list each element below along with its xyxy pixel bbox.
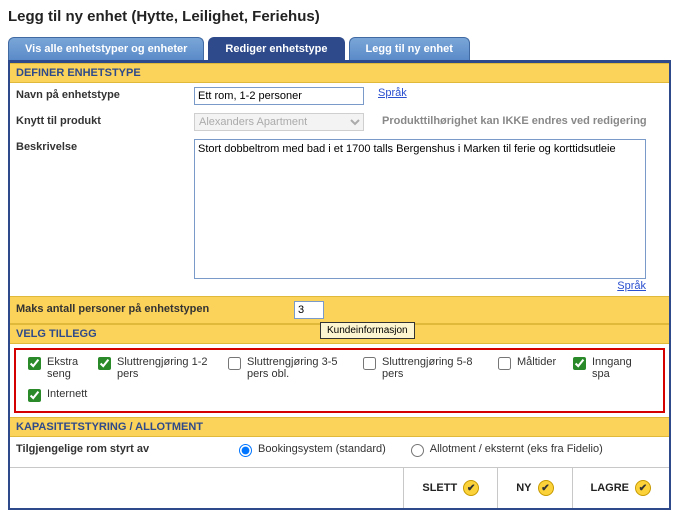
edit-panel: DEFINER ENHETSTYPE Navn på enhetstype Sp… bbox=[8, 63, 671, 510]
new-button-label: NY bbox=[516, 482, 531, 494]
addon-spa-checkbox[interactable] bbox=[573, 357, 586, 370]
check-icon: ✔ bbox=[635, 480, 651, 496]
product-readonly-note: Produkttilhørighet kan IKKE endres ved r… bbox=[382, 113, 647, 127]
addon-meals-label: Måltider bbox=[517, 356, 556, 368]
label-description: Beskrivelse bbox=[16, 139, 186, 153]
name-input[interactable] bbox=[194, 87, 364, 105]
check-icon: ✔ bbox=[463, 480, 479, 496]
radio-allotment[interactable]: Allotment / eksternt (eks fra Fidelio) bbox=[406, 441, 603, 457]
label-availability: Tilgjengelige rom styrt av bbox=[16, 443, 226, 455]
lang-link-description[interactable]: Språk bbox=[617, 280, 646, 292]
tab-all-units[interactable]: Vis alle enhetstyper og enheter bbox=[8, 37, 204, 60]
radio-booking-system-input[interactable] bbox=[239, 444, 252, 457]
addon-spa[interactable]: Inngang spa bbox=[569, 356, 644, 380]
addon-clean-5-8[interactable]: Sluttrengjøring 5-8 pers bbox=[359, 356, 494, 380]
save-button[interactable]: LAGRE ✔ bbox=[572, 468, 670, 508]
addon-clean-1-2-checkbox[interactable] bbox=[98, 357, 111, 370]
addon-meals[interactable]: Måltider bbox=[494, 356, 569, 380]
tooltip-customer-info: Kundeinformasjon bbox=[320, 322, 415, 339]
max-persons-input[interactable] bbox=[294, 301, 324, 319]
addon-clean-5-8-label: Sluttrengjøring 5-8 pers bbox=[382, 356, 494, 380]
radio-allotment-input[interactable] bbox=[411, 444, 424, 457]
addon-internet[interactable]: Internett bbox=[24, 388, 87, 405]
tab-bar: Vis alle enhetstyper og enheter Rediger … bbox=[8, 37, 671, 63]
radio-booking-system-label: Bookingsystem (standard) bbox=[258, 443, 386, 455]
addon-clean-1-2-label: Sluttrengjøring 1-2 pers bbox=[117, 356, 224, 380]
addon-clean-3-5-label: Sluttrengjøring 3-5 pers obl. bbox=[247, 356, 359, 380]
addon-clean-3-5-checkbox[interactable] bbox=[228, 357, 241, 370]
footer-actions: SLETT ✔ NY ✔ LAGRE ✔ bbox=[10, 467, 669, 508]
addon-internet-label: Internett bbox=[47, 388, 87, 400]
lang-link-name[interactable]: Språk bbox=[378, 87, 407, 99]
radio-allotment-label: Allotment / eksternt (eks fra Fidelio) bbox=[430, 443, 603, 455]
addon-clean-5-8-checkbox[interactable] bbox=[363, 357, 376, 370]
label-max-persons: Maks antall personer på enhetstypen bbox=[16, 301, 286, 315]
delete-button[interactable]: SLETT ✔ bbox=[403, 468, 497, 508]
addon-spa-label: Inngang spa bbox=[592, 356, 644, 380]
section-capacity-heading: KAPASITETSTYRING / ALLOTMENT bbox=[10, 417, 669, 437]
check-icon: ✔ bbox=[538, 480, 554, 496]
delete-button-label: SLETT bbox=[422, 482, 457, 494]
addon-extra-bed[interactable]: Ekstra seng bbox=[24, 356, 94, 380]
addons-group: Ekstra seng Sluttrengjøring 1-2 pers Slu… bbox=[14, 348, 665, 413]
tab-edit-unit-type[interactable]: Rediger enhetstype bbox=[208, 37, 344, 60]
product-select: Alexanders Apartment bbox=[194, 113, 364, 131]
addon-clean-3-5[interactable]: Sluttrengjøring 3-5 pers obl. bbox=[224, 356, 359, 380]
description-textarea[interactable]: Stort dobbeltrom med bad i et 1700 talls… bbox=[194, 139, 646, 279]
radio-booking-system[interactable]: Bookingsystem (standard) bbox=[234, 441, 386, 457]
addon-extra-bed-checkbox[interactable] bbox=[28, 357, 41, 370]
section-define-heading: DEFINER ENHETSTYPE bbox=[10, 63, 669, 83]
addon-internet-checkbox[interactable] bbox=[28, 389, 41, 402]
addon-meals-checkbox[interactable] bbox=[498, 357, 511, 370]
tab-add-new-unit[interactable]: Legg til ny enhet bbox=[349, 37, 470, 60]
addon-extra-bed-label: Ekstra seng bbox=[47, 356, 94, 380]
addon-clean-1-2[interactable]: Sluttrengjøring 1-2 pers bbox=[94, 356, 224, 380]
save-button-label: LAGRE bbox=[591, 482, 630, 494]
page-title: Legg til ny enhet (Hytte, Leilighet, Fer… bbox=[8, 8, 671, 25]
label-product: Knytt til produkt bbox=[16, 113, 186, 127]
label-name: Navn på enhetstype bbox=[16, 87, 186, 101]
new-button[interactable]: NY ✔ bbox=[497, 468, 571, 508]
